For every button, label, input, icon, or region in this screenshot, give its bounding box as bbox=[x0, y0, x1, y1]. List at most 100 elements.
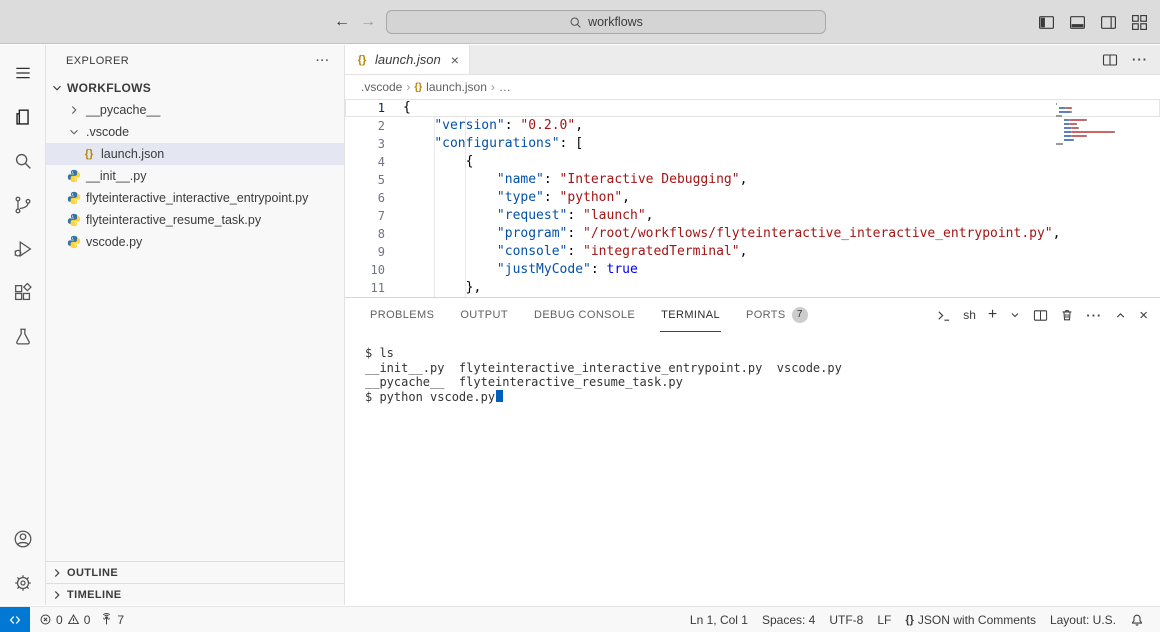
code-line[interactable]: 5 "name": "Interactive Debugging", bbox=[345, 171, 1160, 189]
command-center-search[interactable]: workflows bbox=[386, 10, 826, 34]
tree-item-vscode-py[interactable]: vscode.py bbox=[46, 231, 344, 253]
code-line[interactable]: 2 "version": "0.2.0", bbox=[345, 117, 1160, 135]
outline-label: OUTLINE bbox=[67, 567, 118, 579]
customize-layout-icon[interactable] bbox=[1131, 14, 1148, 31]
tab-launch-json[interactable]: {} launch.json × bbox=[345, 45, 470, 74]
split-terminal-icon[interactable] bbox=[1033, 308, 1048, 323]
python-icon bbox=[67, 213, 81, 227]
code-editor[interactable]: 1{2 "version": "0.2.0",3 "configurations… bbox=[345, 99, 1160, 297]
editor-more-actions-icon[interactable]: ··· bbox=[1132, 52, 1148, 67]
tree-root-workflows[interactable]: WORKFLOWS bbox=[46, 77, 344, 99]
chevron-down-icon bbox=[50, 81, 64, 95]
terminal-dropdown-icon[interactable] bbox=[1009, 309, 1021, 321]
toggle-panel-icon[interactable] bbox=[1069, 14, 1086, 31]
line-number: 4 bbox=[345, 153, 385, 171]
line-number: 5 bbox=[345, 171, 385, 189]
tree-item-flyteinteractive-resume-task-py[interactable]: flyteinteractive_resume_task.py bbox=[46, 209, 344, 231]
remote-indicator[interactable] bbox=[0, 607, 30, 632]
menu-icon[interactable] bbox=[0, 51, 46, 95]
new-terminal-icon[interactable]: + bbox=[988, 307, 997, 323]
outline-section[interactable]: OUTLINE bbox=[46, 561, 344, 583]
line-number: 9 bbox=[345, 243, 385, 261]
testing-icon[interactable] bbox=[0, 315, 46, 359]
indent-guide bbox=[465, 117, 466, 297]
tab-problems[interactable]: PROBLEMS bbox=[369, 298, 435, 332]
code-line[interactable]: 4 { bbox=[345, 153, 1160, 171]
tab-close-icon[interactable]: × bbox=[447, 53, 459, 67]
terminal-line: __pycache__ flyteinteractive_resume_task… bbox=[365, 375, 1160, 390]
tree-item-launch-json[interactable]: {}launch.json bbox=[46, 143, 344, 165]
kill-terminal-icon[interactable] bbox=[1060, 308, 1074, 322]
breadcrumb-file[interactable]: launch.json bbox=[426, 80, 487, 94]
breadcrumb-folder[interactable]: .vscode bbox=[361, 80, 402, 94]
python-icon bbox=[67, 169, 81, 183]
maximize-panel-icon[interactable] bbox=[1114, 309, 1127, 322]
code-line[interactable]: 6 "type": "python", bbox=[345, 189, 1160, 207]
root-folder-label: WORKFLOWS bbox=[67, 81, 151, 95]
explorer-icon[interactable] bbox=[0, 95, 46, 139]
tree-item-flyteinteractive-interactive-entrypoint-py[interactable]: flyteinteractive_interactive_entrypoint.… bbox=[46, 187, 344, 209]
search-text: workflows bbox=[588, 15, 643, 29]
tree-item-label: __pycache__ bbox=[86, 103, 160, 117]
timeline-section[interactable]: TIMELINE bbox=[46, 583, 344, 605]
line-number: 1 bbox=[345, 99, 385, 117]
tab-terminal[interactable]: TERMINAL bbox=[660, 298, 721, 332]
python-icon bbox=[67, 191, 81, 205]
json-braces-icon: {} bbox=[414, 82, 422, 93]
problems-status[interactable]: 0 0 bbox=[34, 613, 95, 627]
tab-output[interactable]: OUTPUT bbox=[459, 298, 509, 332]
forward-button[interactable]: → bbox=[360, 14, 376, 30]
breadcrumb[interactable]: .vscode › {} launch.json › … bbox=[345, 75, 1160, 99]
terminal-prompt-icon[interactable] bbox=[936, 308, 951, 323]
breadcrumb-symbol[interactable]: … bbox=[499, 80, 511, 94]
settings-gear-icon[interactable] bbox=[0, 561, 46, 605]
extensions-icon[interactable] bbox=[0, 271, 46, 315]
json-braces-icon: {} bbox=[355, 54, 369, 66]
code-line[interactable]: 8 "program": "/root/workflows/flyteinter… bbox=[345, 225, 1160, 243]
explorer-actions-icon[interactable]: ··· bbox=[316, 55, 330, 67]
breadcrumb-separator: › bbox=[406, 80, 410, 94]
language-mode[interactable]: {} JSON with Comments bbox=[899, 613, 1042, 627]
tab-label: launch.json bbox=[375, 52, 441, 67]
warning-icon bbox=[67, 613, 80, 626]
tree-item--vscode[interactable]: .vscode bbox=[46, 121, 344, 143]
ports-status[interactable]: 7 bbox=[95, 613, 129, 627]
panel-tabs: PROBLEMS OUTPUT DEBUG CONSOLE TERMINAL P… bbox=[345, 298, 1160, 332]
title-bar: ← → workflows bbox=[0, 0, 1160, 44]
code-line[interactable]: 1{ bbox=[345, 99, 1160, 117]
tree-item--pycache-[interactable]: __pycache__ bbox=[46, 99, 344, 121]
encoding[interactable]: UTF-8 bbox=[823, 613, 869, 627]
code-line[interactable]: 9 "console": "integratedTerminal", bbox=[345, 243, 1160, 261]
indent-guide bbox=[434, 117, 435, 297]
eol-sequence[interactable]: LF bbox=[871, 613, 897, 627]
terminal-profile-label[interactable]: sh bbox=[963, 308, 976, 322]
code-line[interactable]: 3 "configurations": [ bbox=[345, 135, 1160, 153]
code-line[interactable]: 10 "justMyCode": true bbox=[345, 261, 1160, 279]
keyboard-layout[interactable]: Layout: U.S. bbox=[1044, 613, 1122, 627]
close-panel-icon[interactable]: × bbox=[1139, 308, 1148, 323]
minimap[interactable] bbox=[1056, 103, 1146, 147]
panel-more-actions-icon[interactable]: ··· bbox=[1086, 308, 1102, 323]
account-icon[interactable] bbox=[0, 517, 46, 561]
toggle-sidebar-right-icon[interactable] bbox=[1100, 14, 1117, 31]
tab-ports[interactable]: PORTS 7 bbox=[745, 298, 809, 332]
indentation[interactable]: Spaces: 4 bbox=[756, 613, 821, 627]
back-button[interactable]: ← bbox=[334, 14, 350, 30]
chevron-right-icon bbox=[50, 566, 64, 580]
explorer-title: EXPLORER bbox=[66, 55, 129, 67]
toggle-sidebar-left-icon[interactable] bbox=[1038, 14, 1055, 31]
search-view-icon[interactable] bbox=[0, 139, 46, 183]
source-control-icon[interactable] bbox=[0, 183, 46, 227]
cursor-position[interactable]: Ln 1, Col 1 bbox=[684, 613, 754, 627]
error-icon bbox=[39, 613, 52, 626]
tab-strip: {} launch.json × ··· bbox=[345, 45, 1160, 75]
code-line[interactable]: 7 "request": "launch", bbox=[345, 207, 1160, 225]
chevron-right-icon bbox=[50, 588, 64, 602]
code-line[interactable]: 11 }, bbox=[345, 279, 1160, 297]
tree-item--init-py[interactable]: __init__.py bbox=[46, 165, 344, 187]
notifications-bell-icon[interactable] bbox=[1124, 613, 1150, 627]
terminal[interactable]: $ ls__init__.py flyteinteractive_interac… bbox=[345, 332, 1160, 605]
tab-debug-console[interactable]: DEBUG CONSOLE bbox=[533, 298, 636, 332]
split-editor-icon[interactable] bbox=[1102, 52, 1118, 68]
run-debug-icon[interactable] bbox=[0, 227, 46, 271]
